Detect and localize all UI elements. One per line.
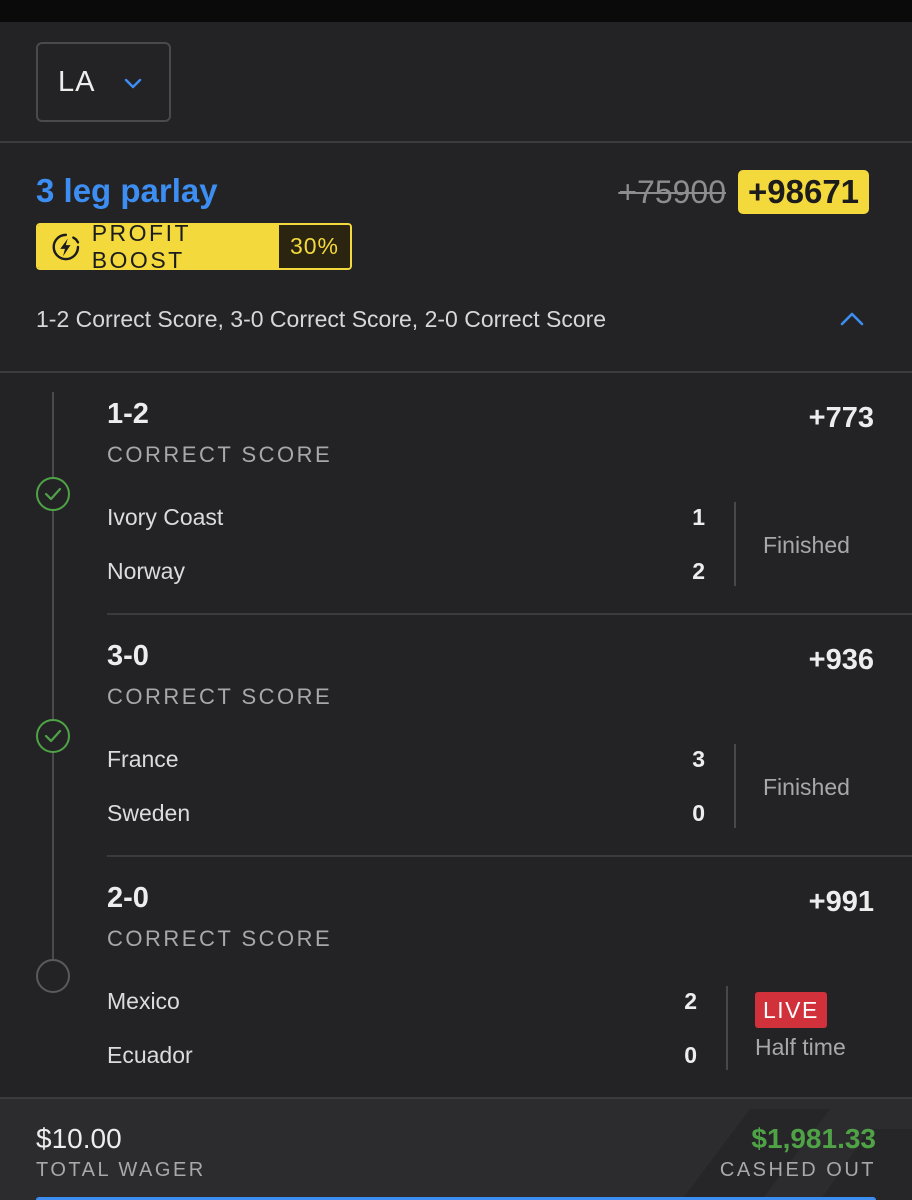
score-divider bbox=[726, 986, 728, 1070]
leg-market: CORRECT SCORE bbox=[107, 684, 333, 709]
leg-selection: 1-2 bbox=[107, 398, 149, 430]
live-badge: LIVE bbox=[755, 992, 827, 1028]
state-selector-value: LA bbox=[58, 65, 96, 98]
leg-divider bbox=[107, 613, 912, 615]
team-name: Ecuador bbox=[107, 1042, 193, 1068]
leg-selection: 3-0 bbox=[107, 640, 149, 672]
team-score: 2 bbox=[692, 558, 705, 584]
leg-card: 1-2 CORRECT SCORE +773 Ivory Coast 1 Nor… bbox=[107, 398, 877, 640]
chevron-up-icon[interactable] bbox=[838, 308, 866, 330]
leg-1-won-icon bbox=[36, 477, 70, 511]
total-wager-label: TOTAL WAGER bbox=[36, 1159, 206, 1181]
state-selector[interactable]: LA bbox=[36, 42, 171, 122]
team-score: 3 bbox=[692, 746, 705, 772]
boosted-odds: +98671 bbox=[738, 170, 870, 214]
cashed-out-label: CASHED OUT bbox=[719, 1159, 876, 1181]
team-name: France bbox=[107, 746, 179, 772]
match-status: Finished bbox=[763, 774, 850, 800]
leg-divider bbox=[107, 855, 912, 857]
leg-3-pending-icon bbox=[36, 959, 70, 993]
profit-boost-badge: PROFIT BOOST 30% bbox=[36, 223, 352, 270]
bet-title: 3 leg parlay bbox=[36, 172, 218, 209]
team-score: 0 bbox=[684, 1042, 697, 1068]
leg-odds: +936 bbox=[808, 644, 874, 676]
match-status: Half time bbox=[755, 1034, 846, 1060]
header-divider bbox=[0, 141, 912, 143]
team-name: Norway bbox=[107, 558, 185, 584]
team-score: 1 bbox=[692, 504, 705, 530]
score-divider bbox=[734, 744, 736, 828]
leg-market: CORRECT SCORE bbox=[107, 442, 333, 467]
team-score: 2 bbox=[684, 988, 697, 1014]
leg-card: 3-0 CORRECT SCORE +936 France 3 Sweden 0… bbox=[107, 640, 877, 882]
leg-odds: +773 bbox=[808, 402, 874, 434]
cashed-out-amount: $1,981.33 bbox=[751, 1123, 876, 1154]
total-wager-amount: $10.00 bbox=[36, 1123, 122, 1154]
profit-boost-percent: 30% bbox=[279, 225, 350, 268]
leg-odds: +991 bbox=[808, 886, 874, 918]
team-score: 0 bbox=[692, 800, 705, 826]
legs-summary: 1-2 Correct Score, 3-0 Correct Score, 2-… bbox=[36, 306, 607, 332]
summary-divider bbox=[0, 371, 912, 373]
score-divider bbox=[734, 502, 736, 586]
original-odds: +75900 bbox=[618, 174, 726, 210]
chevron-down-icon bbox=[124, 78, 142, 89]
bet-footer: $10.00 TOTAL WAGER $1,981.33 CASHED OUT bbox=[0, 1097, 912, 1200]
lightning-icon bbox=[52, 233, 80, 260]
team-name: Sweden bbox=[107, 800, 191, 826]
leg-market: CORRECT SCORE bbox=[107, 926, 333, 951]
status-bar bbox=[0, 0, 912, 22]
leg-card: 2-0 CORRECT SCORE +991 Mexico 2 Ecuador … bbox=[107, 882, 877, 1092]
match-status: Finished bbox=[763, 532, 850, 558]
leg-2-won-icon bbox=[36, 719, 70, 753]
leg-selection: 2-0 bbox=[107, 882, 149, 914]
profit-boost-label: PROFIT BOOST bbox=[91, 223, 191, 270]
team-name: Ivory Coast bbox=[107, 504, 224, 530]
team-name: Mexico bbox=[107, 988, 180, 1014]
